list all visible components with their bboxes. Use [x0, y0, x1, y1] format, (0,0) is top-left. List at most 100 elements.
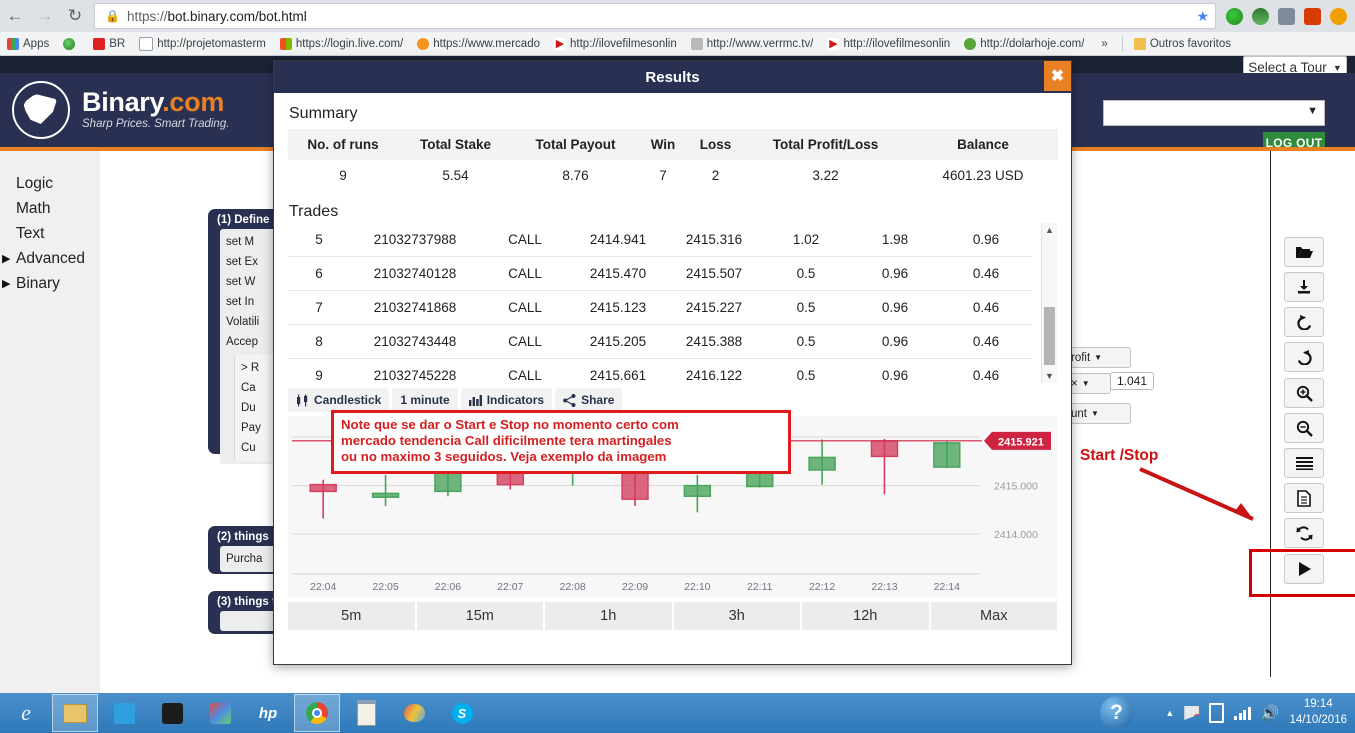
close-icon[interactable]: ✖	[1044, 61, 1071, 91]
table-row[interactable]: 5 21032737988 CALL 2414.941 2415.316 1.0…	[288, 223, 1032, 257]
period-5m[interactable]: 5m	[288, 602, 415, 630]
save-download-button[interactable]	[1284, 272, 1324, 302]
bookmark-item[interactable]: http://dolarhoje.com/	[957, 32, 1091, 55]
taskbar-internet-explorer[interactable]: e	[4, 695, 48, 731]
taskbar-skype[interactable]: S	[440, 695, 484, 731]
period-1h[interactable]: 1h	[545, 602, 672, 630]
block-profit-field[interactable]: rofit ▼	[1065, 347, 1131, 368]
reset-button[interactable]	[1284, 518, 1324, 548]
scroll-down-icon[interactable]: ▼	[1042, 369, 1057, 383]
cell-stake: 0.5	[762, 256, 850, 291]
account-select[interactable]: ▼	[1103, 100, 1325, 126]
taskbar-clock[interactable]: 19:14 14/10/2016	[1289, 697, 1347, 728]
taskbar-app-colored[interactable]	[198, 695, 242, 731]
table-row[interactable]: 8 21032743448 CALL 2415.205 2415.388 0.5…	[288, 324, 1032, 359]
bookmark-item[interactable]: http://projetomasterm	[132, 32, 273, 55]
redo-button[interactable]	[1284, 342, 1324, 372]
cell-stake: 0.5	[762, 358, 850, 392]
star-icon[interactable]: ★	[1196, 8, 1209, 25]
reload-icon[interactable]: ↻	[60, 1, 90, 31]
chart-period-buttons: 5m 15m 1h 3h 12h Max	[288, 602, 1057, 630]
taskbar-app-blue[interactable]	[102, 695, 146, 731]
sort-blocks-button[interactable]	[1284, 448, 1324, 478]
other-bookmarks-label: Outros favoritos	[1149, 37, 1231, 50]
cell-index: 6	[288, 256, 350, 291]
back-arrow-icon[interactable]: ←	[0, 1, 30, 31]
bookmark-item[interactable]: https://www.mercado	[410, 32, 547, 55]
block-row-label: set In	[226, 296, 255, 308]
block-row-label: Cu	[241, 442, 256, 454]
zoom-out-button[interactable]	[1284, 413, 1324, 443]
extension-green-icon[interactable]	[1226, 7, 1243, 25]
show-hidden-icons[interactable]: ▲	[1165, 708, 1174, 718]
bookmark-item[interactable]: http://www.verrmc.tv/	[684, 32, 821, 55]
run-start-stop-button[interactable]	[1284, 554, 1324, 584]
cell-contract-id: 21032741868	[350, 290, 480, 325]
skype-icon: S	[451, 702, 473, 724]
system-tray: ▲ 🔊 19:14 14/10/2016	[1165, 693, 1355, 733]
taskbar-paint[interactable]	[392, 695, 436, 731]
cell-win: 7	[659, 168, 667, 183]
battery-icon[interactable]	[1209, 703, 1225, 723]
undo-button[interactable]	[1284, 307, 1324, 337]
cell-entry-spot: 2414.941	[589, 232, 647, 247]
taskbar-google-chrome[interactable]	[294, 694, 340, 732]
extension-adblock-icon[interactable]	[1330, 7, 1347, 25]
sidebar-item-logic[interactable]: Logic	[0, 171, 100, 196]
play-icon	[1298, 562, 1311, 576]
svg-text:22:10: 22:10	[684, 581, 710, 593]
multiplier-value-field[interactable]: 1.041	[1110, 372, 1155, 390]
period-max[interactable]: Max	[930, 602, 1057, 630]
block-row-label: set W	[226, 276, 256, 288]
sidebar-item-label: Binary	[16, 274, 60, 292]
cell-type: CALL	[480, 256, 570, 291]
magnifier-plus-icon	[1296, 385, 1313, 402]
taskbar-hp[interactable]: hp	[246, 695, 290, 731]
period-12h[interactable]: 12h	[802, 602, 929, 630]
bookmark-item[interactable]: ▶ http://ilovefilmesonlin	[820, 32, 957, 55]
table-row[interactable]: 9 21032745228 CALL 2415.661 2416.122 0.5…	[288, 358, 1032, 392]
cell-entry-spot: 2415.123	[570, 290, 666, 325]
signal-icon[interactable]	[1234, 706, 1251, 720]
bookmark-item[interactable]: https://login.live.com/	[273, 32, 410, 55]
bookmark-label: Apps	[23, 37, 50, 50]
summary-document-button[interactable]	[1284, 483, 1324, 513]
forward-arrow-icon[interactable]: →	[30, 1, 60, 31]
taskbar-notepad[interactable]	[344, 695, 388, 731]
bookmark-br[interactable]: BR	[86, 32, 132, 55]
block-amount-field[interactable]: unt ▼	[1065, 403, 1131, 424]
trades-table-wrapper: 5 21032737988 CALL 2414.941 2415.316 1.0…	[288, 223, 1057, 392]
extension-office-icon[interactable]	[1304, 7, 1321, 25]
chevron-down-icon: ▼	[1332, 62, 1342, 73]
period-3h[interactable]: 3h	[673, 602, 800, 630]
scroll-up-icon[interactable]: ▲	[1042, 223, 1057, 237]
trades-scrollbar[interactable]: ▲ ▼	[1041, 223, 1057, 383]
taskbar-app-black[interactable]	[150, 695, 194, 731]
extension-clip-icon[interactable]	[1252, 7, 1269, 25]
period-15m[interactable]: 15m	[416, 602, 543, 630]
address-bar[interactable]: 🔒 https://bot.binary.com/bot.html ★	[94, 3, 1216, 29]
extension-download-icon[interactable]	[1278, 7, 1295, 25]
network-error-icon[interactable]	[1184, 706, 1200, 720]
scrollbar-thumb[interactable]	[1044, 307, 1055, 365]
open-folder-button[interactable]	[1284, 237, 1324, 267]
zoom-in-button[interactable]	[1284, 378, 1324, 408]
svg-text:2414.000: 2414.000	[994, 529, 1038, 541]
bookmark-apps[interactable]: Apps	[0, 32, 56, 55]
annotation-note: Note que se dar o Start e Stop no moment…	[331, 410, 791, 474]
sidebar-item-binary[interactable]: ▶ Binary	[0, 271, 100, 296]
other-bookmarks[interactable]: Outros favoritos	[1127, 32, 1238, 55]
volume-icon[interactable]: 🔊	[1261, 704, 1280, 722]
table-row[interactable]: 6 21032740128 CALL 2415.470 2415.507 0.5…	[288, 256, 1032, 291]
sidebar-item-math[interactable]: Math	[0, 196, 100, 221]
taskbar-file-explorer[interactable]	[52, 694, 98, 732]
sidebar-item-text[interactable]: Text	[0, 221, 100, 246]
col-loss: Loss	[688, 129, 743, 160]
bookmark-item[interactable]	[56, 32, 86, 55]
sidebar-item-advanced[interactable]: ▶ Advanced	[0, 246, 100, 271]
bookmark-item[interactable]: ▶ http://ilovefilmesonlin	[547, 32, 684, 55]
folder-icon	[63, 703, 87, 723]
help-orb-button[interactable]: ?	[1100, 696, 1133, 729]
bookmarks-overflow[interactable]: »	[1091, 32, 1117, 55]
table-row[interactable]: 7 21032741868 CALL 2415.123 2415.227 0.5…	[288, 290, 1032, 325]
